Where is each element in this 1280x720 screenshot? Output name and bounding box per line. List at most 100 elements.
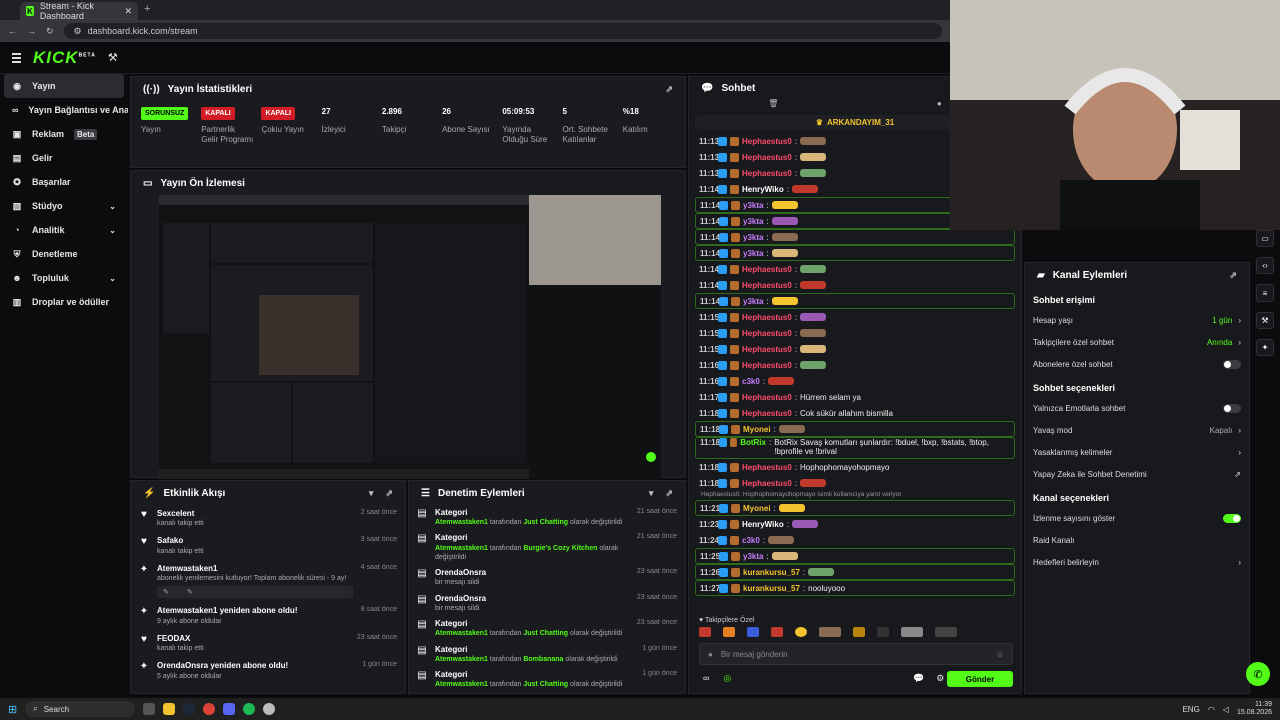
chat-emote[interactable] [808, 568, 835, 576]
chat-emote[interactable] [800, 281, 827, 289]
activity-item[interactable]: ✦ OrendaOnsra yeniden abone oldu! 5 aylık … [131, 657, 405, 684]
chat-emote[interactable] [791, 520, 818, 528]
wifi-icon[interactable]: ◠ [1208, 705, 1215, 714]
mod-action-item[interactable]: ▤ Kategori Atemwastaken1 tarafından Just C… [409, 505, 685, 530]
chat-message[interactable]: 11:23 HenryWiko: [689, 516, 1021, 532]
popout-icon[interactable]: ⇗ [1229, 270, 1237, 281]
chat-username[interactable]: HenryWiko [742, 185, 784, 194]
chat-toggle-icon[interactable]: ▭ [1256, 230, 1274, 248]
chat-emote[interactable] [800, 265, 827, 273]
popout-icon[interactable]: ⇗ [665, 84, 673, 95]
activity-item[interactable]: ♥ Safako kanalı takip etti 3 saat önce [131, 532, 405, 559]
infinity-icon[interactable]: ∞ [703, 673, 709, 684]
chevron-down-icon[interactable]: ⌄ [109, 226, 116, 235]
chat-username[interactable]: Myonei [743, 425, 771, 434]
chat-bubble-icon[interactable]: 💬 [913, 673, 924, 684]
chat-message[interactable]: 11:26 kurankursu_57: [695, 564, 1015, 580]
new-tab-icon[interactable]: + [144, 3, 150, 15]
chat-input[interactable]: ● Bir mesaj gönderin ☺ [699, 643, 1013, 665]
channel-setting-row[interactable]: Yapay Zeka ile Sohbet Denetimi ⇗ [1025, 463, 1249, 485]
chat-emote[interactable] [800, 345, 827, 353]
chat-message[interactable]: 11:18 Hephaestus0: Hophophomayohopmayo [689, 459, 1021, 475]
channel-setting-row[interactable]: Yasaklanmış kelimeler › [1025, 441, 1249, 463]
chat-username[interactable]: c3k0 [742, 536, 760, 545]
chat-emote[interactable] [778, 425, 805, 433]
sidebar-item[interactable]: ◉ Yayın [4, 74, 124, 98]
layers-icon[interactable]: ≡ [1256, 284, 1274, 302]
kick-logo[interactable]: KICKBETA [33, 48, 96, 68]
chat-emote[interactable] [778, 504, 805, 512]
close-tab-icon[interactable]: ✕ [124, 6, 132, 17]
channel-setting-row[interactable]: Takipçilere özel sohbet Anında › [1025, 331, 1249, 353]
chrome-icon[interactable] [203, 703, 216, 715]
support-chat-icon[interactable]: ✆ [1246, 662, 1270, 686]
activity-item[interactable]: ♥ FEODAX kanalı takip etti 23 saat önce [131, 630, 405, 657]
emote[interactable] [699, 627, 711, 637]
filter-icon[interactable]: ▾ [369, 488, 374, 499]
emote[interactable] [853, 627, 865, 637]
channel-setting-row[interactable]: Abonelere özel sohbet [1025, 353, 1249, 375]
chat-username[interactable]: y3kta [743, 233, 763, 242]
emoji-icon[interactable]: ☺ [996, 650, 1004, 659]
mod-user[interactable]: Atemwastaken1 [435, 545, 488, 552]
url-field[interactable]: ⚙ dashboard.kick.com/stream [63, 23, 942, 39]
chat-emote[interactable] [791, 185, 818, 193]
chat-username[interactable]: Hephaestus0 [742, 409, 792, 418]
chat-emote[interactable] [771, 233, 798, 241]
chat-emote[interactable] [771, 217, 798, 225]
mod-user[interactable]: Atemwastaken1 [435, 519, 488, 526]
taskbar-search[interactable]: ⌕ Search [25, 701, 136, 717]
mod-action-item[interactable]: ▤ OrendaOnsra bir mesajı sildi 23 saat önce [409, 565, 685, 590]
chat-username[interactable]: y3kta [743, 201, 763, 210]
chat-message[interactable]: 11:18 Hephaestus0: [689, 475, 1021, 491]
activity-item[interactable]: ✦ Atemwastaken1 abonelik yenilemesini kutl… [131, 560, 405, 602]
chat-username[interactable]: Hephaestus0 [742, 361, 792, 370]
chat-username[interactable]: y3kta [743, 217, 763, 226]
emote[interactable] [935, 627, 957, 637]
channel-setting-row[interactable]: Hedefleri belirleyin › [1025, 551, 1249, 573]
chat-message[interactable]: 11:21 Myonei: [695, 500, 1015, 516]
chat-message[interactable]: 11:14 y3kta: [695, 293, 1015, 309]
toggle-switch[interactable] [1223, 513, 1241, 523]
chat-message[interactable]: 11:15 Hephaestus0: [689, 309, 1021, 325]
settings-icon[interactable]: ⚙ [936, 673, 944, 684]
chat-username[interactable]: kurankursu_57 [743, 584, 800, 593]
mod-user[interactable]: Atemwastaken1 [435, 656, 488, 663]
emote[interactable] [877, 627, 889, 637]
chat-emote[interactable] [800, 313, 827, 321]
chat-message[interactable]: 11:18 Hephaestus0: Cok sükür allahım bismi… [689, 405, 1021, 421]
emote[interactable] [747, 627, 759, 637]
chat-emote[interactable] [800, 153, 827, 161]
popout-icon[interactable]: ⇗ [665, 488, 673, 499]
toggle-switch[interactable] [1223, 403, 1241, 413]
chat-username[interactable]: y3kta [743, 552, 763, 561]
mod-user[interactable]: Atemwastaken1 [435, 681, 488, 688]
channel-setting-row[interactable]: İzlenme sayısını göster [1025, 507, 1249, 529]
chat-message[interactable]: 11:14 y3kta: [695, 245, 1015, 261]
hammer-icon[interactable]: ⚒ [108, 51, 118, 64]
back-icon[interactable]: ← [8, 26, 17, 36]
file-explorer-icon[interactable] [163, 703, 176, 715]
send-button[interactable]: Gönder [947, 671, 1013, 687]
language-indicator[interactable]: ENG [1182, 705, 1199, 714]
discord-icon[interactable] [223, 703, 236, 715]
chat-username[interactable]: Hephaestus0 [742, 137, 792, 146]
chat-message[interactable]: 11:27 kurankursu_57: nooluyooo [695, 580, 1015, 596]
sidebar-item[interactable]: ▤ Gelir [0, 146, 128, 170]
channel-setting-row[interactable]: Yalnızca Emotlarla sohbet [1025, 397, 1249, 419]
chat-username[interactable]: Hephaestus0 [742, 313, 792, 322]
chat-username[interactable]: Hephaestus0 [742, 393, 792, 402]
chat-emote[interactable] [771, 249, 798, 257]
filter-icon[interactable]: ▾ [649, 488, 654, 499]
chat-emote[interactable] [800, 137, 827, 145]
trash-icon[interactable]: 🗑 [768, 99, 778, 113]
chat-emote[interactable] [768, 377, 795, 385]
channel-setting-row[interactable]: Yavaş mod Kapalı › [1025, 419, 1249, 441]
emote[interactable] [819, 627, 841, 637]
chat-bubble-icon[interactable]: ● [937, 99, 942, 113]
emote[interactable] [723, 627, 735, 637]
sidebar-item[interactable]: ◔ Analitik ⌄ [0, 218, 128, 242]
mod-action-item[interactable]: ▤ Kategori Atemwastaken1 tarafından Just C… [409, 616, 685, 641]
chat-emote[interactable] [771, 552, 798, 560]
chevron-down-icon[interactable]: ⌄ [109, 274, 116, 283]
